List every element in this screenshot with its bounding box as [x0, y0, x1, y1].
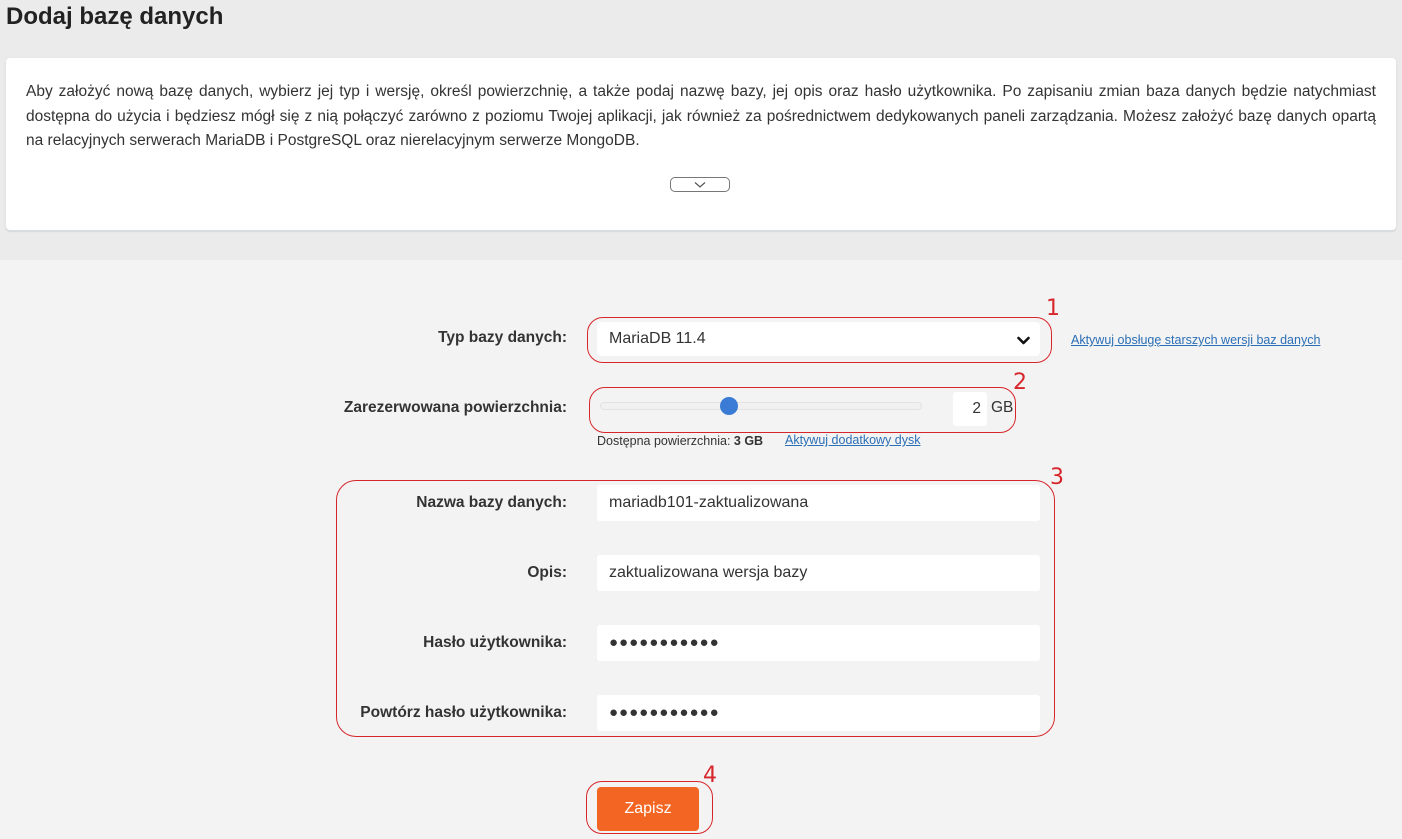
db-type-value: MariaDB 11.4 — [609, 330, 706, 347]
password-repeat-input[interactable]: ●●●●●●●●●●● — [597, 695, 1040, 731]
password-input[interactable]: ●●●●●●●●●●● — [597, 625, 1040, 661]
available-value: 3 GB — [733, 434, 764, 448]
password-repeat-label: Powtórz hasło użytkownika: — [360, 704, 567, 721]
storage-size-input[interactable]: 2 — [953, 392, 987, 426]
storage-label: Zarezerwowana powierzchnia: — [343, 399, 567, 416]
password-label: Hasło użytkownika: — [423, 634, 567, 651]
chevron-down-icon — [1017, 333, 1030, 351]
annotation-number-3: 3 — [1050, 465, 1064, 490]
description-input[interactable]: zaktualizowana wersja bazy — [597, 555, 1040, 591]
annotation-number-2: 2 — [1013, 370, 1027, 395]
annotation-number-1: 1 — [1046, 296, 1060, 321]
storage-unit: GB — [991, 399, 1014, 416]
page-title: Dodaj bazę danych — [6, 3, 224, 30]
db-name-input[interactable]: mariadb101-zaktualizowana — [597, 485, 1040, 521]
annotation-box-2 — [589, 387, 1016, 433]
extra-disk-link[interactable]: Aktywuj dodatkowy dysk — [785, 433, 920, 447]
legacy-versions-link[interactable]: Aktywuj obsługę starszych wersji baz dan… — [1071, 333, 1320, 347]
available-label: Dostępna powierzchnia: — [597, 434, 731, 448]
info-description: Aby założyć nową bazę danych, wybierz je… — [26, 83, 1376, 149]
description-label: Opis: — [527, 564, 567, 581]
db-name-label: Nazwa bazy danych: — [416, 494, 567, 511]
storage-slider-track[interactable] — [600, 402, 922, 410]
db-type-label: Typ bazy danych: — [438, 329, 567, 346]
available-space: Dostępna powierzchnia: 3 GB — [597, 434, 763, 448]
chevron-down-icon — [694, 181, 706, 189]
info-card: Aby założyć nową bazę danych, wybierz je… — [6, 58, 1396, 230]
storage-slider-thumb[interactable] — [719, 397, 738, 415]
expand-toggle-button[interactable] — [670, 177, 730, 192]
save-button[interactable]: Zapisz — [597, 787, 699, 831]
db-type-select[interactable]: MariaDB 11.4 — [597, 322, 1040, 356]
annotation-number-4: 4 — [703, 763, 717, 788]
